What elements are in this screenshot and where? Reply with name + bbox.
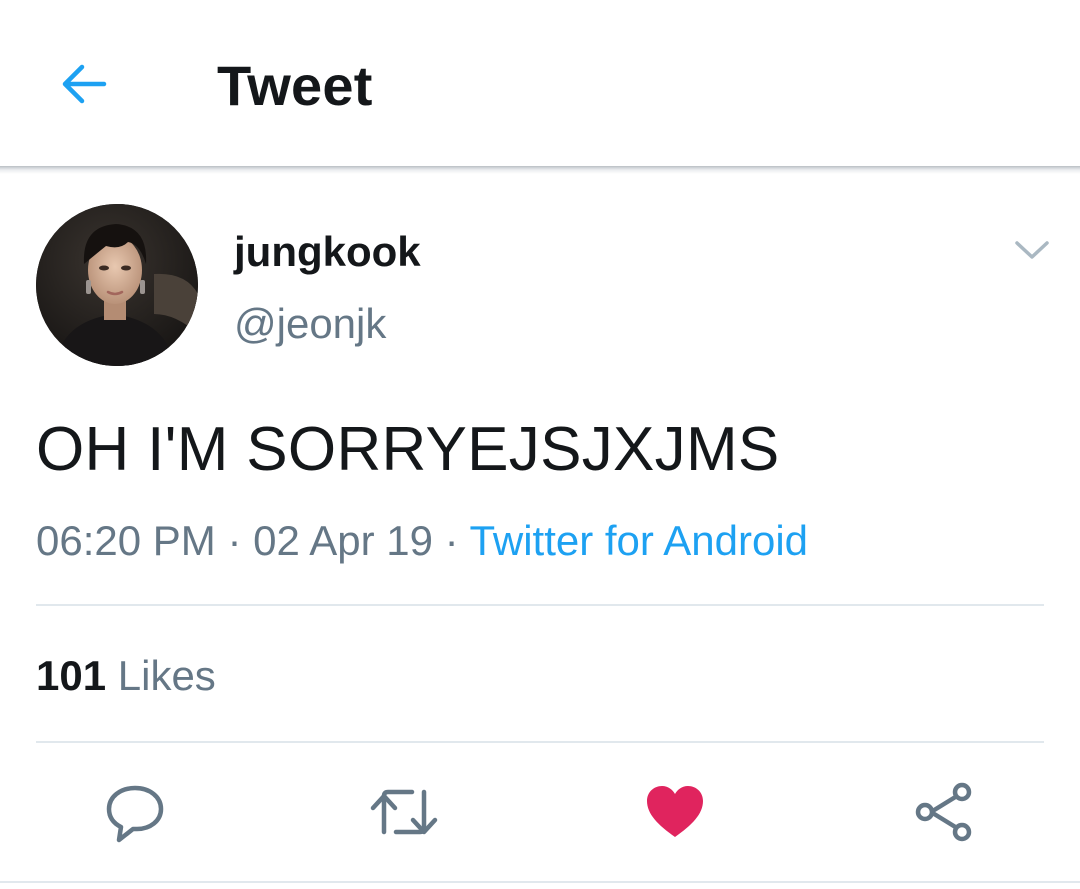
tweet-date: 02 Apr 19 bbox=[253, 517, 433, 564]
tweet-meta: 06:20 PM · 02 Apr 19 · Twitter for Andro… bbox=[36, 513, 808, 569]
tweet-menu-button[interactable] bbox=[1008, 226, 1056, 274]
chevron-down-icon bbox=[1015, 241, 1049, 259]
page-title: Tweet bbox=[217, 54, 373, 117]
avatar-photo bbox=[36, 204, 198, 366]
tweet-text: OH I'M SORRYEJSJXJMS bbox=[36, 415, 780, 484]
retweet-icon bbox=[370, 789, 438, 835]
divider bbox=[0, 881, 1080, 883]
share-icon bbox=[915, 782, 972, 842]
like-button[interactable] bbox=[639, 776, 711, 848]
likes-count-link[interactable]: 101 Likes bbox=[36, 648, 216, 704]
heart-icon bbox=[647, 786, 703, 837]
author-handle[interactable]: @jeonjk bbox=[234, 298, 386, 350]
reply-icon bbox=[106, 785, 164, 843]
arrow-left-icon bbox=[62, 64, 107, 104]
likes-count: 101 bbox=[36, 652, 107, 699]
back-button[interactable] bbox=[52, 52, 116, 116]
tweet-source-link[interactable]: Twitter for Android bbox=[470, 517, 808, 564]
reply-button[interactable] bbox=[99, 776, 171, 848]
meta-separator: · bbox=[227, 517, 242, 564]
top-app-bar: Tweet bbox=[0, 0, 1080, 168]
share-button[interactable] bbox=[908, 776, 980, 848]
author-display-name[interactable]: jungkook bbox=[234, 226, 421, 278]
divider bbox=[36, 741, 1044, 743]
header-divider bbox=[0, 166, 1080, 174]
meta-separator: · bbox=[444, 517, 459, 564]
divider bbox=[36, 604, 1044, 606]
tweet-time: 06:20 PM bbox=[36, 517, 216, 564]
avatar[interactable] bbox=[36, 204, 198, 366]
likes-label: Likes bbox=[117, 652, 216, 699]
retweet-button[interactable] bbox=[368, 776, 440, 848]
